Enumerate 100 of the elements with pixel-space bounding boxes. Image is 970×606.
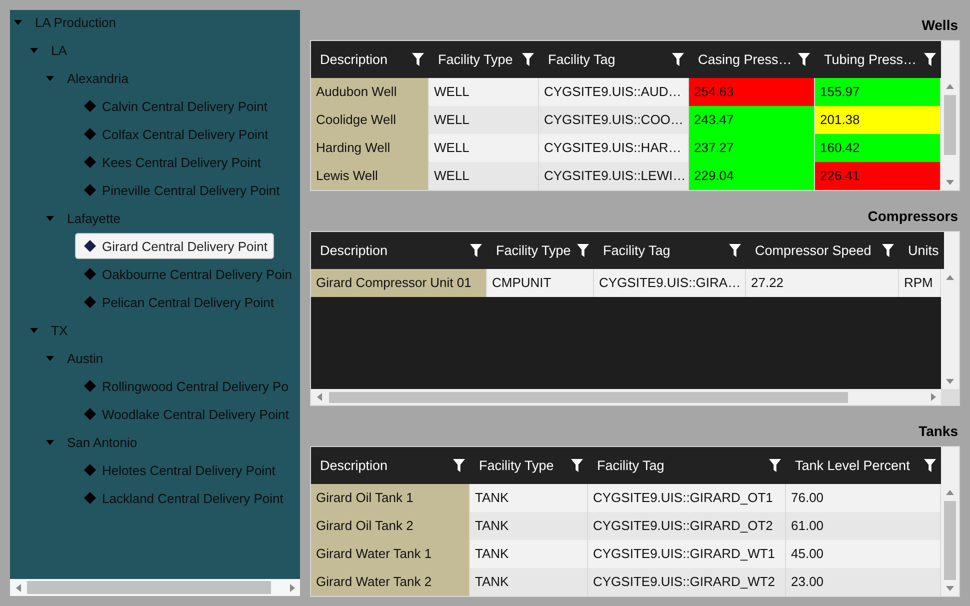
tree-item[interactable]: Alexandria bbox=[44, 67, 130, 89]
table-cell: Coolidge Well bbox=[311, 106, 429, 134]
scrollbar-thumb[interactable] bbox=[944, 501, 956, 580]
caret-icon[interactable] bbox=[46, 76, 54, 80]
column-header[interactable]: Facility Type bbox=[487, 232, 594, 269]
column-header[interactable]: Facility Tag bbox=[539, 41, 689, 78]
scroll-down-icon[interactable] bbox=[946, 378, 954, 384]
table-cell: CYGSITE9.UIS::GIRARD_OT1 bbox=[588, 484, 786, 512]
caret-icon[interactable] bbox=[46, 356, 54, 360]
tree-item[interactable]: Helotes Central Delivery Point bbox=[75, 457, 282, 483]
scroll-right-icon[interactable] bbox=[290, 584, 294, 592]
tree-item[interactable]: Lafayette bbox=[44, 207, 122, 229]
table-cell: TANK bbox=[470, 512, 588, 540]
table-cell: Lewis Well bbox=[311, 162, 429, 190]
column-header[interactable]: Casing Press… bbox=[689, 41, 815, 78]
filter-icon[interactable] bbox=[577, 244, 589, 257]
diamond-icon bbox=[84, 156, 96, 168]
scrollbar-thumb[interactable] bbox=[27, 581, 271, 594]
tree-item[interactable]: Rollingwood Central Delivery Po bbox=[75, 373, 296, 399]
diamond-icon bbox=[84, 380, 96, 392]
table-cell: CMPUNIT bbox=[487, 269, 594, 297]
scroll-up-icon[interactable] bbox=[946, 274, 954, 280]
diamond-icon bbox=[84, 464, 96, 476]
column-header[interactable]: Tank Level Percent bbox=[786, 447, 941, 484]
section-title: Wells bbox=[922, 16, 959, 35]
caret-icon[interactable] bbox=[14, 20, 22, 24]
table-cell: CYGSITE9.UIS::HAR… bbox=[539, 134, 689, 162]
caret-icon[interactable] bbox=[46, 216, 54, 220]
scroll-up-icon[interactable] bbox=[946, 490, 954, 494]
tree-item[interactable]: Oakbourne Central Delivery Poin bbox=[75, 261, 300, 287]
filter-icon[interactable] bbox=[412, 53, 424, 66]
table-cell: 201.38 bbox=[815, 106, 941, 134]
tree-item[interactable]: LA Production bbox=[12, 11, 117, 33]
diamond-icon bbox=[84, 100, 96, 112]
scrollbar-thumb[interactable] bbox=[944, 95, 956, 155]
horizontal-scrollbar[interactable] bbox=[10, 579, 300, 596]
filter-icon[interactable] bbox=[470, 244, 482, 257]
filter-icon[interactable] bbox=[769, 459, 781, 472]
tree-item[interactable]: Pelican Central Delivery Point bbox=[75, 289, 281, 315]
column-header[interactable]: Tubing Press… bbox=[815, 41, 941, 78]
column-header[interactable]: Facility Type bbox=[429, 41, 539, 78]
table-cell: WELL bbox=[429, 134, 539, 162]
scroll-down-icon[interactable] bbox=[946, 180, 954, 184]
filter-icon[interactable] bbox=[924, 459, 936, 472]
table-cell: WELL bbox=[429, 162, 539, 190]
filter-icon[interactable] bbox=[522, 53, 534, 66]
table-cell: CYGSITE9.UIS::AUD… bbox=[539, 78, 689, 106]
filter-icon[interactable] bbox=[672, 53, 684, 66]
column-header[interactable]: Units bbox=[899, 232, 944, 269]
scroll-left-icon[interactable] bbox=[16, 584, 20, 592]
column-header[interactable]: Description bbox=[311, 232, 487, 269]
tree-item[interactable]: TX bbox=[28, 319, 69, 341]
tree-item[interactable]: Calvin Central Delivery Point bbox=[75, 93, 274, 119]
diamond-icon bbox=[84, 408, 96, 420]
filter-icon[interactable] bbox=[882, 244, 894, 257]
column-header[interactable]: Compressor Speed bbox=[746, 232, 899, 269]
tree-item[interactable]: Pineville Central Delivery Point bbox=[75, 177, 287, 203]
tree-item[interactable]: San Antonio bbox=[44, 431, 138, 453]
column-header[interactable]: Facility Type bbox=[470, 447, 588, 484]
scroll-up-icon[interactable] bbox=[946, 84, 954, 88]
column-header[interactable]: Facility Tag bbox=[594, 232, 746, 269]
tree-item[interactable]: Colfax Central Delivery Point bbox=[75, 121, 276, 147]
column-header[interactable]: Description bbox=[311, 447, 470, 484]
caret-icon[interactable] bbox=[46, 440, 54, 444]
table-cell: TANK bbox=[470, 568, 588, 596]
table-cell: 45.00 bbox=[786, 540, 941, 568]
tree-item[interactable]: Girard Central Delivery Point bbox=[75, 233, 274, 259]
tree-item[interactable]: Lackland Central Delivery Point bbox=[75, 485, 290, 511]
table-cell: CYGSITE9.UIS::GIRARD_WT2 bbox=[588, 568, 786, 596]
table-cell: 226.41 bbox=[815, 162, 941, 190]
scroll-down-icon[interactable] bbox=[946, 586, 954, 590]
filter-icon[interactable] bbox=[924, 53, 936, 66]
diamond-icon bbox=[84, 184, 96, 196]
tree-item[interactable]: Austin bbox=[44, 347, 104, 369]
table-cell: RPM bbox=[899, 269, 941, 297]
scroll-right-icon[interactable] bbox=[930, 393, 936, 401]
diamond-icon bbox=[84, 296, 96, 308]
caret-icon[interactable] bbox=[30, 328, 38, 332]
scrollbar-thumb[interactable] bbox=[329, 392, 848, 402]
tree-item[interactable]: LA bbox=[28, 39, 68, 61]
filter-icon[interactable] bbox=[798, 53, 810, 66]
table-cell: TANK bbox=[470, 484, 588, 512]
table-cell: 61.00 bbox=[786, 512, 941, 540]
table-cell: Girard Compressor Unit 01 bbox=[311, 269, 487, 297]
column-header[interactable]: Facility Tag bbox=[588, 447, 786, 484]
column-header[interactable]: Description bbox=[311, 41, 429, 78]
table-cell: WELL bbox=[429, 106, 539, 134]
table-cell: 254.63 bbox=[689, 78, 815, 106]
filter-icon[interactable] bbox=[571, 459, 583, 472]
tree-item[interactable]: Woodlake Central Delivery Point bbox=[75, 401, 296, 427]
scroll-left-icon[interactable] bbox=[316, 393, 322, 401]
filter-icon[interactable] bbox=[729, 244, 741, 257]
table-cell: 237.27 bbox=[689, 134, 815, 162]
diamond-icon bbox=[84, 492, 96, 504]
table-cell: Harding Well bbox=[311, 134, 429, 162]
filter-icon[interactable] bbox=[453, 459, 465, 472]
table-cell: CYGSITE9.UIS::LEWI… bbox=[539, 162, 689, 190]
caret-icon[interactable] bbox=[30, 48, 38, 52]
tree-item[interactable]: Kees Central Delivery Point bbox=[75, 149, 268, 175]
table-cell: CYGSITE9.UIS::GIRARD_OT2 bbox=[588, 512, 786, 540]
